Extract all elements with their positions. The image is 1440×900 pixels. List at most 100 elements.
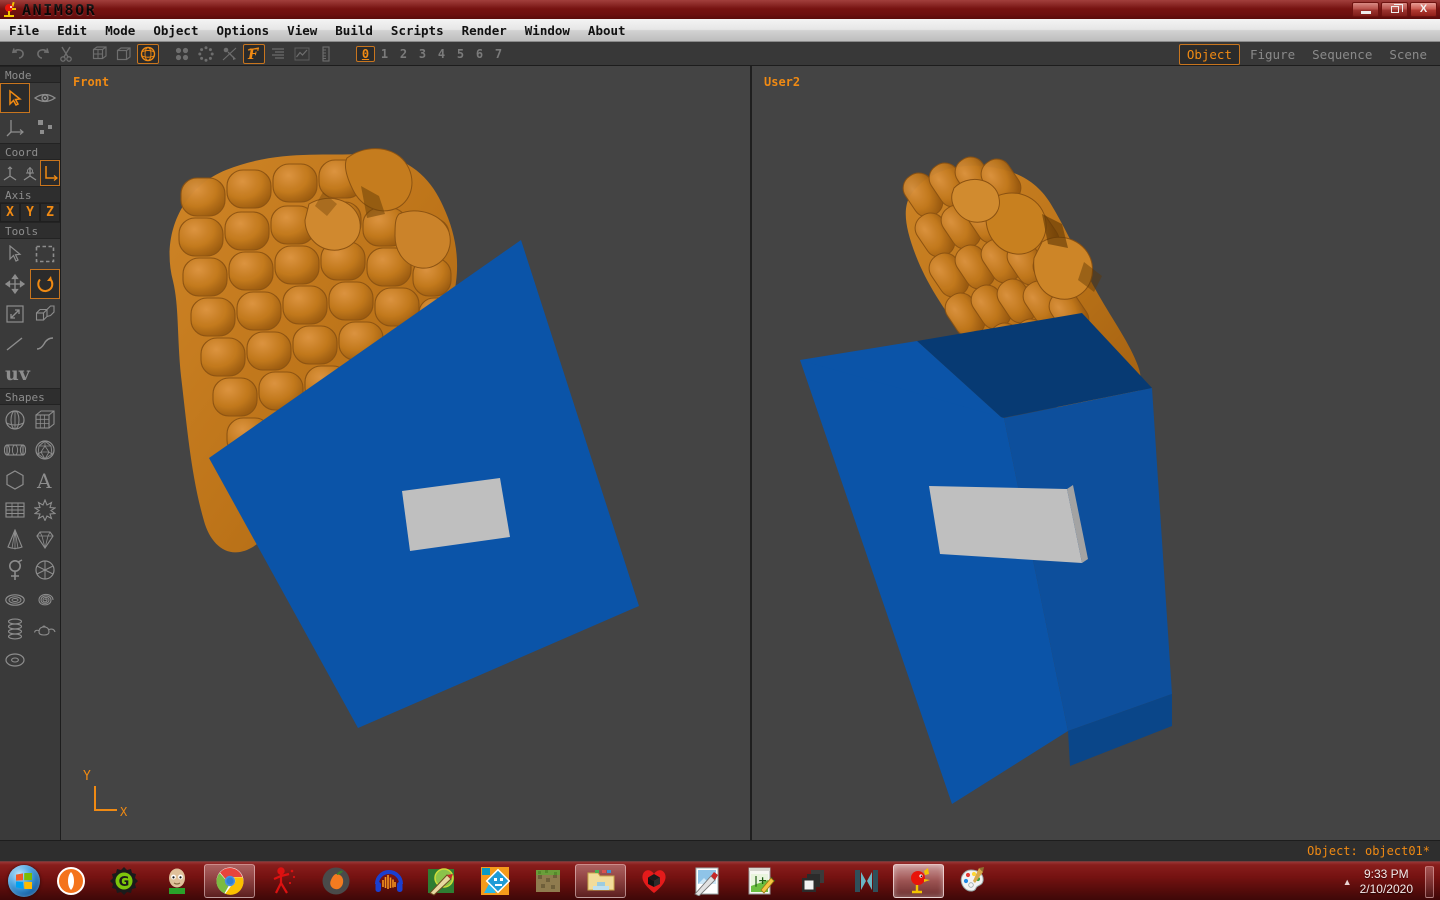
axis-toggle-z[interactable]: Z [40,203,60,222]
windows-start-orb-icon[interactable] [4,863,44,899]
axis-toggle-x[interactable]: X [0,203,20,222]
baldi-character-icon[interactable] [151,864,202,898]
helix-spring-icon[interactable] [0,615,30,645]
redo-icon[interactable] [31,44,53,64]
geosphere-icon[interactable] [30,435,60,465]
local-coord-icon[interactable] [40,160,60,186]
menu-item-edit[interactable]: Edit [57,21,96,40]
wireframe-cube-icon[interactable] [89,44,111,64]
menu-item-about[interactable]: About [588,21,635,40]
undo-icon[interactable] [7,44,29,64]
fl-studio-icon[interactable] [310,864,361,898]
restore-button[interactable] [1381,2,1408,17]
uv-editor-button[interactable]: uv [0,359,61,388]
graph-editor-icon[interactable] [291,44,313,64]
circle-points-icon[interactable] [195,44,217,64]
move-icon[interactable] [0,269,30,299]
text-icon[interactable]: A [30,465,60,495]
paint-dot-net-icon[interactable] [416,864,467,898]
curve-icon[interactable] [30,329,60,359]
line-icon[interactable] [0,329,30,359]
menu-item-file[interactable]: File [9,21,48,40]
gem-icon[interactable] [30,525,60,555]
menu-item-view[interactable]: View [287,21,326,40]
show-hidden-icons-icon[interactable]: ▲ [1343,877,1352,887]
world-coord-icon[interactable] [0,160,20,186]
pie-slice-icon[interactable] [30,555,60,585]
notepad-plus-plus-icon[interactable]: |++ [734,864,785,898]
axis-toggle-y[interactable]: Y [20,203,40,222]
geometry-dash-icon[interactable] [469,864,520,898]
resolution-level-7[interactable]: 7 [489,47,508,61]
four-dots-icon[interactable] [171,44,193,64]
smooth-shaded-sphere-icon[interactable] [137,44,159,64]
marquee-select-icon[interactable] [30,239,60,269]
rotate-icon[interactable] [30,269,60,299]
minimize-button[interactable] [1352,2,1379,17]
resolution-level-5[interactable]: 5 [451,47,470,61]
minecraft-grass-block-icon[interactable] [522,864,573,898]
sphere-icon[interactable] [0,405,30,435]
subdivision-f-icon[interactable]: F [243,44,265,64]
grid-plane-icon[interactable] [0,495,30,525]
menu-item-object[interactable]: Object [153,21,207,40]
donut-icon[interactable] [0,645,30,675]
audacity-headphones-icon[interactable] [363,864,414,898]
green-gear-g-icon[interactable]: G [98,864,149,898]
flat-shaded-cube-icon[interactable] [113,44,135,64]
cube-icon[interactable] [30,405,60,435]
menu-item-scripts[interactable]: Scripts [391,21,453,40]
resolution-level-0[interactable]: 0 [356,46,375,62]
pivot-animator-icon[interactable] [257,864,308,898]
resolution-level-2[interactable]: 2 [394,47,413,61]
ngon-icon[interactable] [0,465,30,495]
paint-palette-icon[interactable] [946,864,997,898]
viewport-front[interactable]: Front [61,66,750,840]
star-icon[interactable] [30,495,60,525]
eye-visibility-icon[interactable] [30,83,60,113]
resolution-level-1[interactable]: 1 [375,47,394,61]
tab-scene[interactable]: Scene [1382,45,1434,64]
anim8or-bird-running-icon[interactable] [893,864,944,898]
anim8or-taskbar-icon[interactable] [45,864,96,898]
cylinder-icon[interactable] [0,435,30,465]
show-desktop-button[interactable] [1425,866,1434,898]
viewport-user2[interactable]: User2 [752,66,1440,840]
tab-object[interactable]: Object [1179,44,1240,65]
cut-scissors-icon[interactable] [55,44,77,64]
tab-sequence[interactable]: Sequence [1305,45,1379,64]
google-chrome-icon[interactable] [204,864,255,898]
resolution-level-6[interactable]: 6 [470,47,489,61]
points-scatter-icon[interactable] [30,113,60,143]
ms-paint-icon[interactable] [681,864,732,898]
menu-item-mode[interactable]: Mode [105,21,144,40]
teapot-icon[interactable] [30,615,60,645]
extrude-icon[interactable] [30,299,60,329]
select-arrow-icon[interactable] [0,83,30,113]
unity-heart-icon[interactable] [628,864,679,898]
resolution-level-3[interactable]: 3 [413,47,432,61]
menu-item-options[interactable]: Options [216,21,278,40]
object-coord-icon[interactable] [20,160,40,186]
torus-icon[interactable] [0,585,30,615]
resolution-level-4[interactable]: 4 [432,47,451,61]
taskbar-clock[interactable]: 9:33 PM 2/10/2020 [1360,867,1413,897]
spiral-icon[interactable] [30,585,60,615]
menu-item-build[interactable]: Build [335,21,382,40]
menu-item-window[interactable]: Window [525,21,579,40]
cone-icon[interactable] [0,525,30,555]
file-explorer-icon[interactable] [575,864,626,898]
normals-icon[interactable] [219,44,241,64]
list-icon[interactable] [267,44,289,64]
menu-item-render[interactable]: Render [462,21,516,40]
modifier-icon[interactable] [0,555,30,585]
svg-text:X: X [120,805,128,819]
ruler-icon[interactable] [315,44,337,64]
scale-icon[interactable] [0,299,30,329]
tab-figure[interactable]: Figure [1243,45,1302,64]
window-stack-icon[interactable] [787,864,838,898]
pointer-select-icon[interactable] [0,239,30,269]
close-button[interactable]: X [1410,2,1437,17]
axis-origin-icon[interactable] [0,113,30,143]
mmd-logo-icon[interactable] [840,864,891,898]
